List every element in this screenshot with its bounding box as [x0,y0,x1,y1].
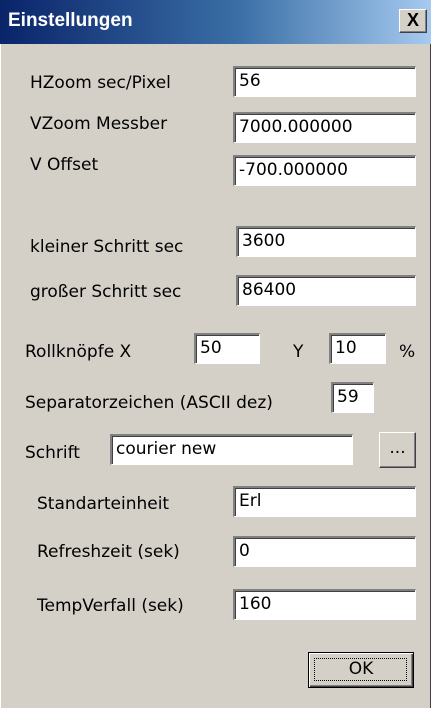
voffset-input[interactable]: -700.000000 [233,155,416,186]
grosser-schritt-input[interactable]: 86400 [236,275,416,306]
percent-unit-label: % [399,342,416,362]
grosser-schritt-label: großer Schritt sec [30,282,182,302]
schrift-label: Schrift [25,443,80,463]
tempverfall-label: TempVerfall (sek) [37,596,184,616]
kleiner-schritt-label: kleiner Schritt sec [30,237,184,257]
font-browse-button[interactable]: ... [379,432,416,468]
standarteinheit-label: Standarteinheit [37,494,170,514]
dialog-title: Einstellungen [8,10,133,31]
refreshzeit-input[interactable]: 0 [233,536,416,567]
window-frame-right [421,44,431,708]
vzoom-label: VZoom Messber [30,114,168,134]
vzoom-input[interactable]: 7000.000000 [233,112,416,143]
separator-input[interactable]: 59 [331,382,374,413]
voffset-label: V Offset [30,155,99,175]
separator-label: Separatorzeichen (ASCII dez) [25,393,273,413]
ok-button[interactable]: OK [308,652,414,688]
ellipsis-icon: ... [389,438,406,458]
rollknoepfe-label: Rollknöpfe X [25,342,132,362]
rollknoepfe-y-input[interactable]: 10 [329,333,386,364]
rollknoepfe-y-label: Y [293,342,304,362]
title-bar[interactable]: Einstellungen X [0,0,431,44]
window-frame-left [0,44,10,708]
tempverfall-input[interactable]: 160 [233,589,416,620]
close-icon: X [406,10,419,30]
hzoom-label: HZoom sec/Pixel [30,73,171,93]
close-button[interactable]: X [399,9,427,33]
rollknoepfe-x-input[interactable]: 50 [194,333,260,364]
refreshzeit-label: Refreshzeit (sek) [37,542,180,562]
standarteinheit-input[interactable]: Erl [233,486,416,517]
kleiner-schritt-input[interactable]: 3600 [236,226,416,257]
hzoom-input[interactable]: 56 [233,66,416,97]
schrift-input[interactable]: courier new [110,434,353,465]
focus-rect [314,658,407,681]
